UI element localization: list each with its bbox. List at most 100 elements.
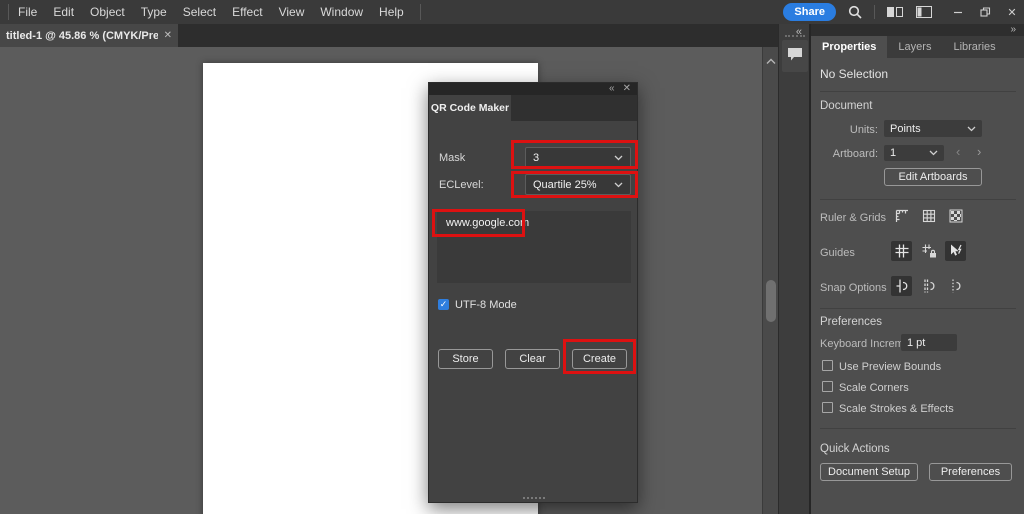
use-preview-bounds-checkbox[interactable] [822, 360, 833, 371]
artboard-label: Artboard: [832, 148, 878, 160]
artboard-dropdown[interactable]: 1 [884, 145, 944, 161]
scale-corners-label: Scale Corners [839, 382, 909, 394]
menubar-left-divider [8, 4, 9, 20]
menu-file[interactable]: File [18, 5, 37, 19]
tab-layers[interactable]: Layers [887, 36, 942, 58]
scroll-up-icon[interactable] [766, 52, 776, 70]
snap-to-pixel-icon[interactable] [945, 276, 966, 296]
qr-code-maker-dialog: « ✕ QR Code Maker Mask 3 ECLevel: Quarti… [428, 82, 638, 503]
chevron-down-icon [614, 155, 623, 160]
panel-divider [820, 199, 1016, 200]
document-tab-title: titled-1 @ 45.86 % (CMYK/Preview) [6, 29, 158, 42]
checkmark-icon: ✓ [439, 299, 448, 309]
document-tab-close-icon[interactable]: ✕ [164, 30, 172, 41]
mask-value: 3 [533, 151, 540, 164]
menu-bar: File Edit Object Type Select Effect View… [0, 0, 1024, 24]
search-icon[interactable] [847, 4, 863, 20]
menu-type[interactable]: Type [141, 5, 167, 19]
window-restore-icon[interactable] [977, 4, 993, 20]
guides-label: Guides [820, 247, 855, 259]
mask-label: Mask [439, 152, 466, 164]
eclevel-value: Quartile 25% [533, 178, 597, 191]
comment-panel-strip: « [778, 24, 811, 514]
comment-tool-button[interactable] [782, 40, 808, 72]
document-section-title: Document [820, 100, 873, 112]
expand-panel-icon[interactable]: » [1010, 25, 1016, 35]
qr-close-icon[interactable]: ✕ [623, 84, 631, 94]
keyboard-increment-input[interactable]: 1 pt [901, 334, 957, 351]
artboard-next-icon[interactable]: › [977, 145, 981, 158]
menu-select[interactable]: Select [183, 5, 216, 19]
store-button[interactable]: Store [438, 349, 493, 369]
preferences-button[interactable]: Preferences [929, 463, 1012, 481]
panel-divider [820, 308, 1016, 309]
document-tab[interactable]: titled-1 @ 45.86 % (CMYK/Preview) ✕ [0, 24, 178, 47]
qr-dialog-header: « ✕ [429, 83, 637, 95]
qr-dialog-tab[interactable]: QR Code Maker [429, 95, 511, 121]
ruler-grids-label: Ruler & Grids [820, 212, 887, 224]
preferences-section-title: Preferences [820, 316, 883, 328]
qr-collapse-icon[interactable]: « [609, 84, 615, 94]
menu-view[interactable]: View [279, 5, 305, 19]
document-setup-button[interactable]: Document Setup [820, 463, 918, 481]
scrollbar-thumb[interactable] [766, 280, 776, 322]
arrange-documents-icon[interactable] [886, 5, 904, 19]
snap-to-grid-icon[interactable] [918, 276, 939, 296]
canvas-area[interactable] [0, 47, 762, 514]
smart-guides-icon[interactable] [945, 241, 966, 261]
show-guides-icon[interactable] [891, 241, 912, 261]
menu-object[interactable]: Object [90, 5, 125, 19]
menu-help[interactable]: Help [379, 5, 404, 19]
units-value: Points [890, 122, 921, 135]
menu-effect[interactable]: Effect [232, 5, 262, 19]
utf8-mode-checkbox[interactable]: ✓ [438, 299, 449, 310]
qr-content-textarea[interactable]: www.google.com [437, 211, 631, 283]
scale-strokes-effects-checkbox[interactable] [822, 402, 833, 413]
comment-bubble-icon [786, 46, 804, 67]
utf8-mode-label: UTF-8 Mode [455, 299, 517, 311]
qr-tab-strip: QR Code Maker [429, 95, 637, 121]
use-preview-bounds-label: Use Preview Bounds [839, 361, 942, 373]
selection-status: No Selection [820, 67, 889, 81]
clear-button[interactable]: Clear [505, 349, 560, 369]
snap-options-label: Snap Options [820, 282, 887, 294]
chevron-down-icon [614, 182, 623, 187]
tab-properties[interactable]: Properties [811, 36, 888, 58]
qr-content-value: www.google.com [446, 217, 530, 229]
menu-edit[interactable]: Edit [53, 5, 74, 19]
share-button[interactable]: Share [783, 3, 836, 21]
transparency-grid-icon[interactable] [945, 206, 966, 226]
window-minimize-icon[interactable] [950, 4, 966, 20]
illustrator-window: File Edit Object Type Select Effect View… [0, 0, 1024, 514]
panel-tab-bar: Properties Layers Libraries [811, 36, 1024, 58]
edit-artboards-button[interactable]: Edit Artboards [884, 168, 982, 186]
workspace-switcher-icon[interactable] [915, 5, 933, 19]
eclevel-dropdown[interactable]: Quartile 25% [525, 174, 631, 195]
window-close-icon[interactable]: ✕ [1004, 4, 1020, 20]
quick-actions-title: Quick Actions [820, 443, 890, 455]
chevron-down-icon [929, 150, 938, 156]
snap-to-point-icon[interactable] [891, 276, 912, 296]
units-label: Units: [849, 124, 878, 136]
titlebar-right-cluster: Share ✕ [783, 0, 1020, 24]
corner-ruler-icon[interactable] [891, 206, 912, 226]
dialog-resize-grip[interactable] [523, 497, 545, 499]
artboard-prev-icon[interactable]: ‹ [956, 145, 960, 158]
menubar-right-divider [419, 4, 421, 20]
keyboard-increment-value: 1 pt [907, 336, 926, 349]
tab-libraries[interactable]: Libraries [942, 36, 1006, 58]
eclevel-label: ECLevel: [439, 179, 484, 191]
menu-window[interactable]: Window [320, 5, 363, 19]
mask-dropdown[interactable]: 3 [525, 147, 631, 168]
show-grid-icon[interactable] [918, 206, 939, 226]
scale-corners-checkbox[interactable] [822, 381, 833, 392]
lock-guides-icon[interactable] [918, 241, 939, 261]
panel-divider [820, 91, 1016, 92]
units-dropdown[interactable]: Points [884, 120, 982, 137]
create-button[interactable]: Create [572, 349, 627, 369]
vertical-scrollbar[interactable] [762, 47, 778, 514]
panel-grip-handle[interactable] [785, 35, 805, 37]
artboard-value: 1 [890, 147, 897, 159]
panel-top-strip: » [811, 24, 1024, 36]
chevron-down-icon [967, 126, 976, 131]
